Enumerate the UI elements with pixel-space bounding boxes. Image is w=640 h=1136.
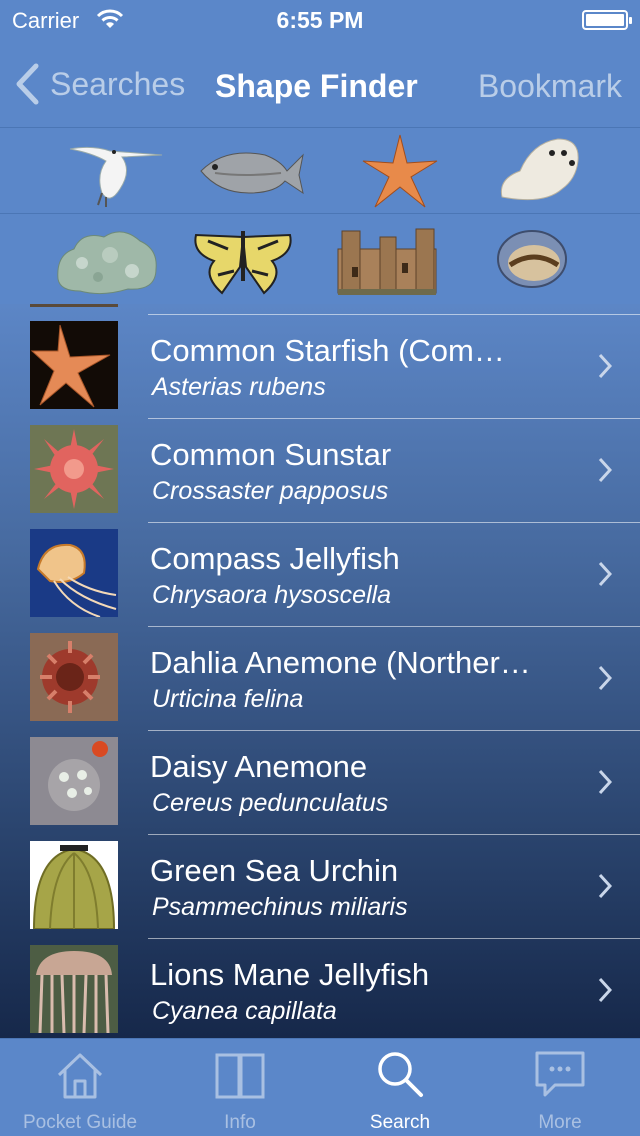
- tab-label: Info: [224, 1112, 256, 1133]
- tab-label: More: [538, 1112, 582, 1133]
- chevron-right-icon: [598, 665, 612, 691]
- fish-icon[interactable]: [195, 131, 305, 211]
- list-item[interactable]: Lions Mane Jellyfish Cyanea capillata: [0, 939, 640, 1038]
- anemone-thumbnail: [30, 633, 118, 721]
- starfish-thumbnail: [30, 321, 118, 409]
- chevron-right-icon: [598, 977, 612, 1003]
- species-name: Green Sea Urchin: [150, 853, 399, 888]
- sea-urchin-thumbnail: [30, 841, 118, 929]
- chevron-right-icon: [598, 873, 612, 899]
- shape-row: [0, 216, 640, 302]
- species-latin-name: Chrysaora hysoscella: [152, 581, 391, 609]
- bookmark-button[interactable]: Bookmark: [478, 68, 622, 105]
- list-item[interactable]: Daisy Anemone Cereus pedunculatus: [0, 731, 640, 835]
- daisy-anemone-thumbnail: [30, 737, 118, 825]
- battery-icon: [582, 10, 632, 30]
- status-bar: Carrier 6:55 PM: [0, 0, 640, 40]
- species-latin-name: Psammechinus miliaris: [152, 893, 408, 921]
- tab-more[interactable]: More: [480, 1039, 640, 1136]
- chevron-right-icon: [598, 457, 612, 483]
- species-latin-name: Cereus pedunculatus: [152, 789, 389, 817]
- species-latin-name: Cyanea capillata: [152, 997, 337, 1025]
- species-name: Lions Mane Jellyfish: [150, 957, 430, 992]
- partial-row-thumbnail: [30, 304, 118, 307]
- navigation-bar: Searches Shape Finder Bookmark: [0, 40, 640, 128]
- book-icon: [215, 1053, 265, 1099]
- castle-icon[interactable]: [332, 219, 442, 299]
- species-name: Compass Jellyfish: [150, 541, 400, 576]
- list-item[interactable]: Dahlia Anemone (Norther… Urticina felina: [0, 627, 640, 731]
- species-name: Daisy Anemone: [150, 749, 368, 784]
- species-latin-name: Urticina felina: [152, 685, 304, 713]
- list-item[interactable]: Common Sunstar Crossaster papposus: [0, 419, 640, 523]
- tab-search[interactable]: Search: [320, 1039, 480, 1136]
- species-name: Dahlia Anemone (Norther…: [150, 645, 531, 680]
- species-list[interactable]: Common Starfish (Com… Asterias rubens Co…: [0, 304, 640, 1038]
- tern-bird-icon[interactable]: [62, 131, 172, 211]
- tab-label: Search: [369, 1112, 431, 1133]
- status-time: 6:55 PM: [276, 7, 364, 33]
- page-title: Shape Finder: [215, 68, 418, 104]
- tab-info[interactable]: Info: [160, 1039, 320, 1136]
- species-name: Common Sunstar: [150, 437, 392, 472]
- shell-icon[interactable]: [478, 219, 588, 299]
- lichen-icon[interactable]: [52, 219, 162, 299]
- list-item[interactable]: Green Sea Urchin Psammechinus miliaris: [0, 835, 640, 939]
- list-item[interactable]: Common Starfish (Com… Asterias rubens: [0, 315, 640, 419]
- back-button-label: Searches: [50, 65, 186, 102]
- back-button[interactable]: Searches: [14, 62, 185, 106]
- seal-icon[interactable]: [492, 131, 602, 211]
- species-name: Common Starfish (Com…: [150, 333, 505, 368]
- chevron-right-icon: [598, 353, 612, 379]
- list-item[interactable]: Compass Jellyfish Chrysaora hysoscella: [0, 523, 640, 627]
- shape-row: [0, 128, 640, 214]
- shape-finder-panel: [0, 128, 640, 304]
- chevron-right-icon: [598, 561, 612, 587]
- chevron-left-icon: [16, 63, 39, 105]
- lions-mane-thumbnail: [30, 945, 118, 1033]
- jellyfish-thumbnail: [30, 529, 118, 617]
- tab-pocket-guide[interactable]: Pocket Guide: [0, 1039, 160, 1136]
- house-icon: [57, 1053, 103, 1099]
- tab-bar: Pocket Guide Info Search More: [0, 1038, 640, 1136]
- speech-bubble-icon: [535, 1051, 585, 1097]
- species-latin-name: Asterias rubens: [152, 373, 326, 401]
- species-latin-name: Crossaster papposus: [152, 477, 389, 505]
- sunstar-thumbnail: [30, 425, 118, 513]
- chevron-right-icon: [598, 769, 612, 795]
- tab-label: Pocket Guide: [22, 1112, 138, 1133]
- starfish-icon[interactable]: [345, 131, 455, 211]
- butterfly-icon[interactable]: [188, 219, 298, 299]
- magnifier-icon: [378, 1052, 423, 1097]
